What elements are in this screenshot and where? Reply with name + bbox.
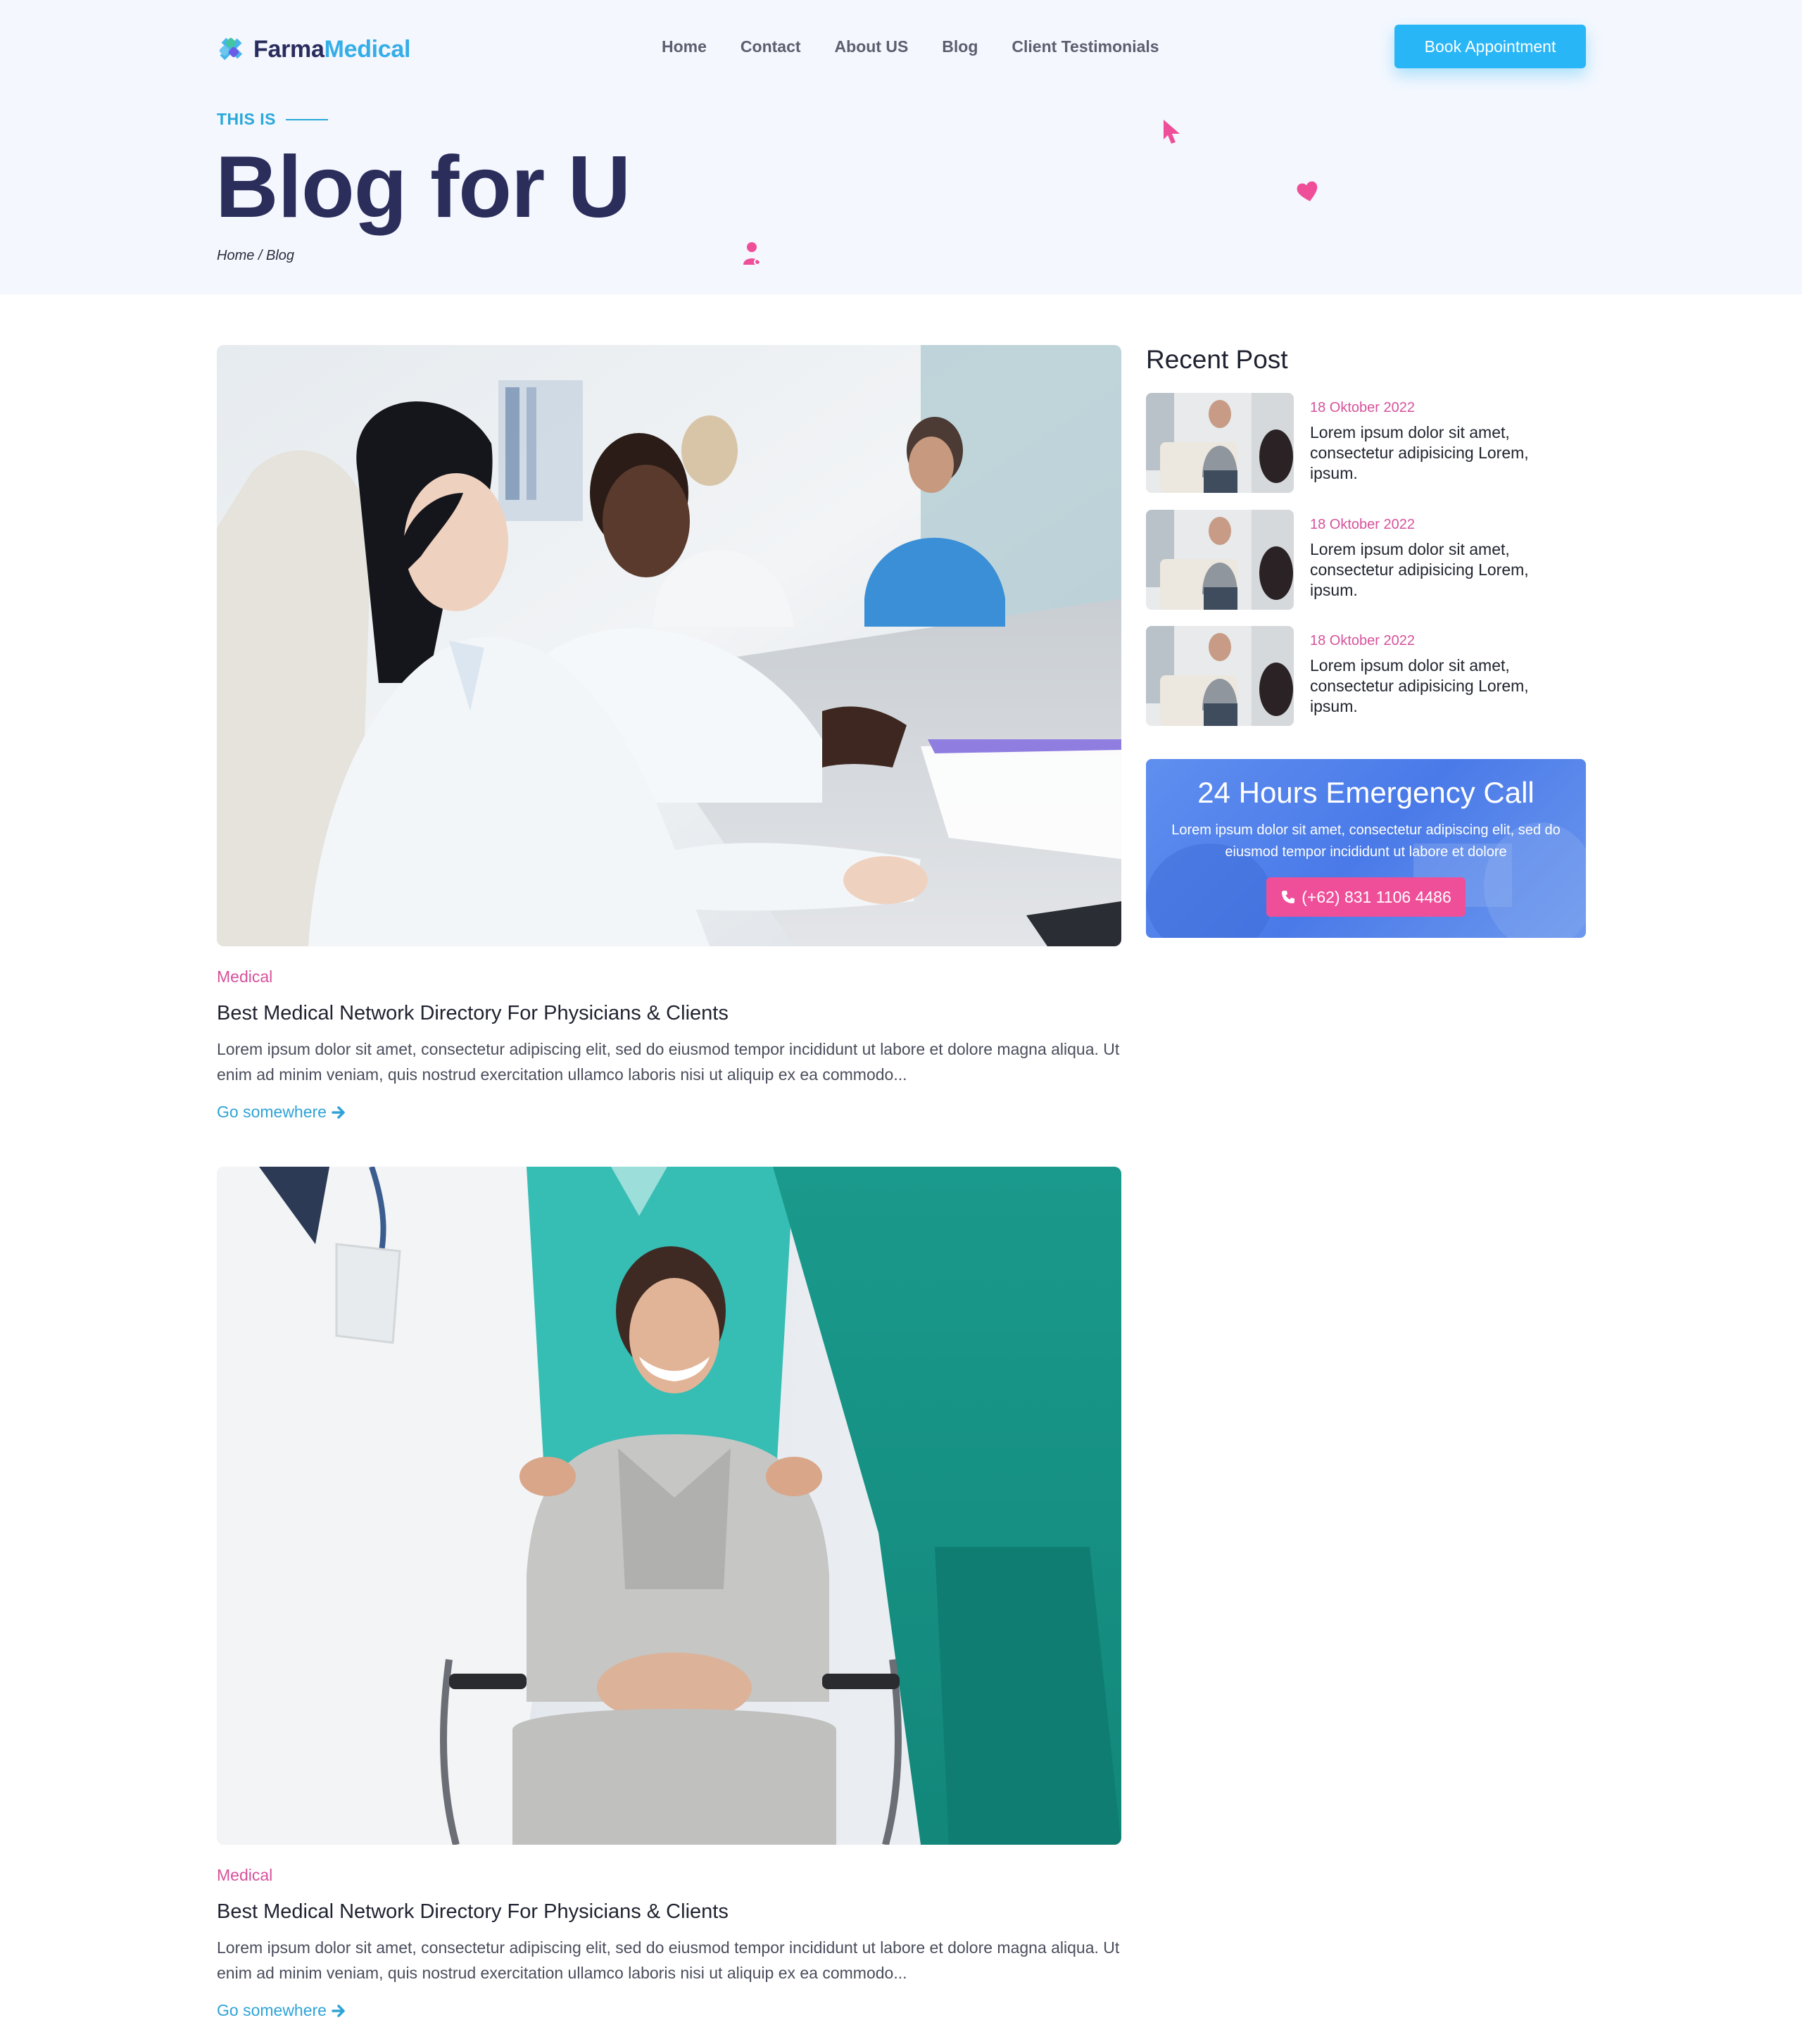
eyebrow-line [286, 118, 329, 120]
recent-post-text[interactable]: Lorem ipsum dolor sit amet, consectetur … [1310, 656, 1577, 717]
arrow-right-icon [332, 1105, 345, 1119]
emergency-phone-button[interactable]: (+62) 831 1106 4486 [1266, 877, 1466, 917]
emergency-text: Lorem ipsum dolor sit amet, consectetur … [1171, 822, 1561, 860]
blog-post-card: Medical Best Medical Network Directory F… [217, 345, 1121, 1122]
eyebrow-label: THIS IS [217, 110, 277, 128]
phone-icon [1282, 891, 1295, 903]
hero-eyebrow: THIS IS [217, 110, 329, 129]
recent-post-item[interactable]: 18 Oktober 2022 Lorem ipsum dolor sit am… [1146, 626, 1586, 726]
logo-word-farma: Farma [253, 35, 325, 63]
hero-section: FarmaMedical Home Contact About US Blog … [0, 0, 1802, 294]
arrow-right-icon [332, 2004, 345, 2017]
logo-wordmark: FarmaMedical [253, 36, 410, 63]
recent-thumbnail-illustration [1146, 510, 1294, 610]
post-image-meeting[interactable] [217, 345, 1121, 946]
nav-client-testimonials[interactable]: Client Testimonials [1012, 35, 1159, 58]
go-somewhere-label: Go somewhere [217, 2001, 327, 2019]
recent-post-date: 18 Oktober 2022 [1310, 633, 1415, 648]
post-image-wheelchair-illustration [217, 1167, 1121, 1845]
recent-post-date: 18 Oktober 2022 [1310, 400, 1415, 415]
emergency-phone-number: (+62) 831 1106 4486 [1302, 887, 1451, 906]
nav-about-us[interactable]: About US [835, 35, 909, 58]
book-appointment-button[interactable]: Book Appointment [1394, 25, 1586, 68]
post-excerpt: Lorem ipsum dolor sit amet, consectetur … [217, 1040, 1120, 1084]
logo-word-medical: Medical [324, 35, 411, 63]
post-excerpt: Lorem ipsum dolor sit amet, consectetur … [217, 1938, 1120, 1982]
recent-thumbnail-illustration [1146, 626, 1294, 726]
recent-post-thumbnail[interactable] [1146, 510, 1294, 610]
recent-post-thumbnail[interactable] [1146, 393, 1294, 493]
nav-contact[interactable]: Contact [741, 35, 801, 58]
page-title: Blog for U [215, 139, 631, 236]
recent-post-item[interactable]: 18 Oktober 2022 Lorem ipsum dolor sit am… [1146, 510, 1586, 610]
nav-home[interactable]: Home [662, 35, 707, 58]
emergency-call-card: 24 Hours Emergency Call Lorem ipsum dolo… [1146, 759, 1586, 938]
recent-post-text[interactable]: Lorem ipsum dolor sit amet, consectetur … [1310, 539, 1577, 601]
go-somewhere-link[interactable]: Go somewhere [217, 1103, 346, 1122]
blog-post-card: Medical Best Medical Network Directory F… [217, 1167, 1121, 2020]
post-title[interactable]: Best Medical Network Directory For Physi… [217, 1900, 1121, 1924]
main-nav: Home Contact About US Blog Client Testim… [662, 35, 1159, 58]
recent-post-thumbnail[interactable] [1146, 626, 1294, 726]
recent-post-heading: Recent Post [1146, 345, 1288, 374]
post-category[interactable]: Medical [217, 1866, 1121, 1885]
go-somewhere-link[interactable]: Go somewhere [217, 2001, 346, 2020]
post-title[interactable]: Best Medical Network Directory For Physi… [217, 1002, 1121, 1025]
brand-logo[interactable]: FarmaMedical [217, 35, 410, 63]
heart-decoration-icon [1297, 181, 1318, 201]
nav-blog[interactable]: Blog [942, 35, 978, 58]
doctor-decoration-icon [743, 242, 761, 265]
recent-thumbnail-illustration [1146, 393, 1294, 493]
logo-icon [219, 37, 243, 61]
go-somewhere-label: Go somewhere [217, 1103, 327, 1121]
post-image-wheelchair[interactable] [217, 1167, 1121, 1845]
emergency-title: 24 Hours Emergency Call [1197, 776, 1535, 809]
post-category[interactable]: Medical [217, 967, 1121, 986]
post-image-meeting-illustration [217, 345, 1121, 946]
recent-post-item[interactable]: 18 Oktober 2022 Lorem ipsum dolor sit am… [1146, 393, 1586, 493]
breadcrumb: Home / Blog [217, 248, 295, 263]
cursor-decoration-icon [1164, 120, 1180, 144]
recent-post-text[interactable]: Lorem ipsum dolor sit amet, consectetur … [1310, 422, 1577, 484]
recent-post-date: 18 Oktober 2022 [1310, 517, 1415, 532]
